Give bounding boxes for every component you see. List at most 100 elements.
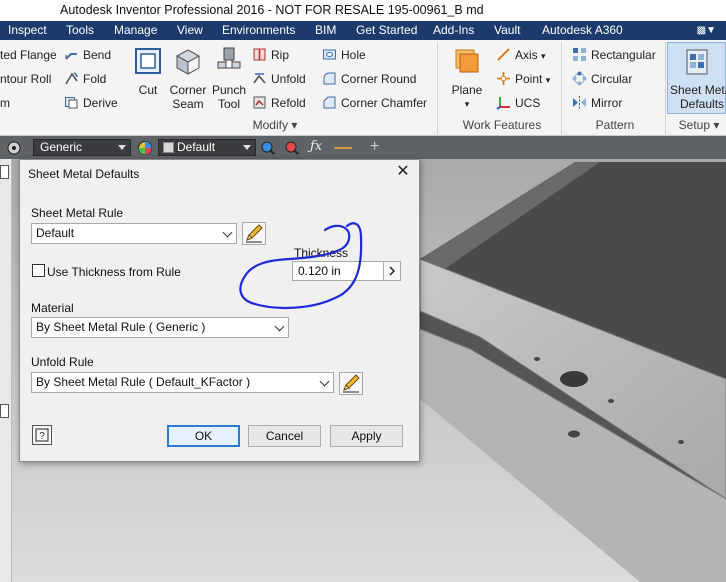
ribbon-item-contour-roll[interactable]: ntour Roll (0, 72, 51, 86)
tab-vault[interactable]: Vault (494, 21, 520, 40)
panel-work-features-label: Work Features (462, 118, 542, 132)
rip-button[interactable]: Rip (252, 47, 289, 62)
pencil-icon (343, 374, 360, 393)
property-toolbar: Generic Default ƒx + (0, 136, 726, 159)
corner-chamfer-button[interactable]: Corner Chamfer (322, 95, 427, 110)
panel-pattern-label: Pattern (595, 118, 635, 132)
rip-label: Rip (271, 48, 290, 62)
thickness-flyout-button[interactable] (383, 261, 401, 281)
tab-view[interactable]: View (177, 21, 203, 40)
fold-button[interactable]: Fold (64, 71, 106, 86)
refold-button[interactable]: Refold (252, 95, 306, 110)
refold-icon (253, 96, 266, 109)
cancel-button[interactable]: Cancel (248, 425, 321, 447)
axis-button[interactable]: Axis ▾ (496, 47, 546, 62)
plane-button[interactable]: Plane ▾ (447, 46, 487, 111)
corner-round-icon (323, 72, 336, 85)
material-combo[interactable]: Generic (33, 139, 131, 156)
panel-modify-label[interactable]: Modify ▾ (150, 118, 400, 132)
unfold-label: Unfold (271, 72, 306, 86)
mirror-label: Mirror (591, 96, 623, 110)
sheet-metal-defaults-label-1: Sheet Metal (670, 83, 726, 97)
corner-seam-button[interactable]: Corner Seam (168, 46, 208, 111)
use-thickness-checkbox[interactable] (32, 264, 45, 277)
rectangular-label: Rectangular (591, 48, 656, 62)
ucs-label: UCS (515, 96, 541, 110)
apply-button[interactable]: Apply (330, 425, 403, 447)
help-button[interactable]: ? (32, 425, 52, 445)
ribbon: ted Flange ntour Roll m Bend Fold Derive… (0, 40, 726, 136)
tab-autodesk-a360[interactable]: Autodesk A360 (542, 21, 623, 40)
line-style-icon[interactable] (334, 147, 352, 149)
orbit-icon[interactable] (6, 140, 22, 156)
bend-button[interactable]: Bend (64, 47, 111, 62)
sheet-metal-rule-value: Default (36, 226, 75, 240)
refold-label: Refold (271, 96, 306, 110)
ok-button[interactable]: OK (167, 425, 240, 447)
material-label: Material (31, 301, 74, 315)
add-icon[interactable]: + (370, 138, 379, 156)
clear-appearance-icon[interactable] (284, 140, 300, 156)
browser-toggle-icon[interactable] (0, 404, 9, 418)
hole-label: Hole (341, 48, 366, 62)
fx-icon[interactable]: ƒx (310, 139, 322, 154)
derive-button[interactable]: Derive (64, 95, 118, 110)
tab-inspect[interactable]: Inspect (8, 21, 47, 40)
chevron-down-icon (222, 227, 233, 238)
punch-tool-label-2: Tool (217, 97, 240, 111)
tab-manage[interactable]: Manage (114, 21, 157, 40)
tab-environments[interactable]: Environments (222, 21, 295, 40)
ribbon-item-flange[interactable]: ted Flange (0, 48, 57, 62)
panel-separator (561, 42, 562, 134)
material-value: By Sheet Metal Rule ( Generic ) (36, 320, 206, 334)
sheet-metal-defaults-button[interactable]: Sheet Metal Defaults (667, 42, 726, 114)
corner-round-label: Corner Round (341, 72, 417, 86)
cut-icon (135, 48, 161, 74)
plane-dropdown-icon[interactable]: ▾ (447, 97, 487, 111)
unfold-icon (253, 73, 266, 84)
ucs-button[interactable]: UCS (496, 95, 540, 110)
panel-separator (437, 42, 438, 134)
tab-get-started[interactable]: Get Started (356, 21, 417, 40)
material-dropdown[interactable]: By Sheet Metal Rule ( Generic ) (31, 317, 289, 338)
close-icon[interactable]: ✕ (395, 164, 411, 180)
edit-unfold-rule-button[interactable] (339, 372, 363, 395)
point-label: Point (515, 72, 543, 86)
punch-tool-button[interactable]: Punch Tool (211, 46, 247, 111)
rectangular-pattern-button[interactable]: Rectangular (572, 47, 656, 62)
mirror-button[interactable]: Mirror (572, 95, 622, 110)
appearance-combo-value: Default (177, 140, 216, 154)
color-wheel-icon[interactable] (137, 140, 153, 156)
annotation-scribble (239, 222, 363, 310)
sheet-metal-rule-dropdown[interactable]: Default (31, 223, 237, 244)
ribbon-item-truncated[interactable]: m (0, 96, 10, 110)
appearance-combo[interactable]: Default (158, 139, 256, 156)
adjust-appearance-icon[interactable] (260, 140, 276, 156)
derive-label: Derive (83, 96, 118, 110)
tab-bim[interactable]: BIM (315, 21, 336, 40)
chevron-down-icon (319, 376, 330, 387)
browser-panel-edge[interactable] (0, 159, 12, 582)
sheet-metal-rule-label: Sheet Metal Rule (31, 206, 124, 220)
circular-pattern-button[interactable]: Circular (572, 71, 632, 86)
fold-label: Fold (83, 72, 107, 86)
cut-button[interactable]: Cut (133, 46, 163, 97)
ucs-icon (496, 97, 510, 110)
hole-button[interactable]: Hole (322, 47, 366, 62)
browser-toggle-icon[interactable] (0, 165, 9, 179)
axis-icon (497, 48, 510, 61)
dialog-title: Sheet Metal Defaults (28, 167, 140, 181)
unfold-rule-dropdown[interactable]: By Sheet Metal Rule ( Default_KFactor ) (31, 372, 334, 393)
rip-icon (253, 48, 266, 61)
unfold-button[interactable]: Unfold (252, 71, 306, 86)
panel-setup-label[interactable]: Setup ▾ (672, 118, 726, 132)
fold-icon (65, 72, 78, 85)
tab-add-ins[interactable]: Add-Ins (433, 21, 474, 40)
appearance-swatch-icon (163, 142, 174, 153)
tab-tools[interactable]: Tools (66, 21, 94, 40)
corner-seam-label-1: Corner (169, 83, 207, 97)
corner-chamfer-label: Corner Chamfer (341, 96, 428, 110)
point-button[interactable]: Point ▾ (496, 71, 550, 86)
ribbon-options-icon[interactable]: ▩▼ (697, 21, 716, 40)
corner-round-button[interactable]: Corner Round (322, 71, 416, 86)
